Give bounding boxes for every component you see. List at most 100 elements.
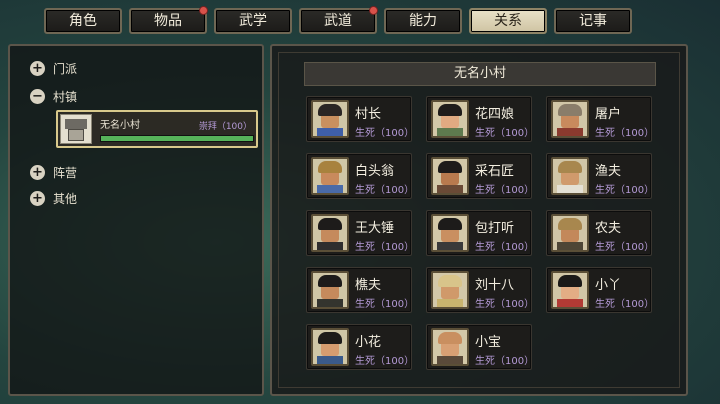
character-relation: 生死（100）	[355, 242, 415, 253]
tab-martial-way[interactable]: 武道	[299, 6, 378, 34]
character-portrait-icon	[431, 328, 469, 366]
character-name: 白头翁	[355, 164, 395, 179]
character-portrait-icon	[551, 157, 589, 195]
portrait-hair	[318, 104, 342, 116]
portrait-body	[557, 299, 583, 307]
portrait-hair	[318, 275, 342, 287]
expand-icon[interactable]: +	[30, 60, 45, 76]
character-relation: 生死（100）	[355, 185, 415, 196]
portrait-body	[317, 128, 343, 136]
character-card[interactable]: 小丫生死（100）	[546, 267, 655, 313]
tree-item-label: 村镇	[53, 89, 78, 104]
portrait-body	[317, 356, 343, 364]
collapse-icon[interactable]: −	[30, 88, 45, 104]
tab-label: 能力	[409, 13, 437, 29]
portrait-hair	[318, 218, 342, 230]
tab-character[interactable]: 角色	[44, 8, 122, 34]
character-card[interactable]: 渔夫生死（100）	[546, 153, 655, 199]
village-icon	[60, 114, 92, 144]
character-relation: 生死（100）	[595, 299, 655, 310]
tree-item-sects[interactable]: + 门派	[30, 58, 77, 78]
character-card[interactable]: 农夫 生死（100）	[546, 210, 655, 256]
village-entry[interactable]: 无名小村 崇拜（100）	[56, 110, 258, 148]
tab-relations[interactable]: 关系	[469, 8, 547, 34]
notification-dot-icon	[199, 6, 208, 15]
character-relation: 生死（100）	[475, 242, 535, 253]
tree-item-label: 阵营	[53, 165, 78, 180]
character-name: 包打听	[475, 221, 515, 236]
character-relation: 生死（100）	[595, 185, 655, 196]
character-relation: 生死（100）	[475, 185, 535, 196]
portrait-hair	[438, 104, 462, 116]
character-portrait-icon	[551, 214, 589, 252]
tab-label: 角色	[69, 13, 97, 29]
portrait-body	[437, 299, 463, 307]
character-relation: 生死（100）	[475, 128, 535, 139]
character-name: 屠户	[595, 107, 622, 122]
portrait-hair	[438, 161, 462, 173]
tab-items[interactable]: 物品	[129, 6, 208, 34]
portrait-body	[557, 128, 583, 136]
portrait-body	[317, 185, 343, 193]
tab-abilities[interactable]: 能力	[384, 8, 462, 34]
character-portrait-icon	[551, 100, 589, 138]
character-relation: 生死（100）	[355, 299, 415, 310]
portrait-body	[437, 242, 463, 250]
character-portrait-icon	[431, 214, 469, 252]
character-card[interactable]: 王大锤生死（100）	[306, 210, 415, 256]
character-card[interactable]: 村长生死（100）	[306, 96, 415, 142]
tab-label: 关系	[494, 13, 522, 29]
tab-label: 武道	[324, 13, 352, 29]
character-portrait-icon	[311, 100, 349, 138]
character-portrait-icon	[551, 271, 589, 309]
expand-icon[interactable]: +	[30, 164, 45, 180]
character-name: 渔夫	[595, 164, 622, 179]
character-name: 王大锤	[355, 221, 395, 236]
character-card[interactable]: 小花生死（100）	[306, 324, 415, 370]
portrait-body	[557, 185, 583, 193]
character-card[interactable]: 包打听生死（100）	[426, 210, 535, 256]
character-card[interactable]: 小宝 生死（100）	[426, 324, 535, 370]
character-name: 小丫	[595, 278, 622, 293]
tab-martial-arts[interactable]: 武学	[214, 8, 292, 34]
character-name: 小花	[355, 335, 382, 350]
character-relation: 生死（100）	[595, 128, 655, 139]
character-card[interactable]: 刘十八 生死（100）	[426, 267, 534, 313]
portrait-hair	[438, 332, 462, 344]
portrait-body	[437, 356, 463, 364]
character-portrait-icon	[311, 271, 349, 309]
character-name: 刘十八	[475, 278, 515, 293]
village-name: 无名小村	[100, 120, 140, 131]
character-card[interactable]: 花四娘 生死（100）	[426, 96, 535, 142]
tree-item-villages[interactable]: − 村镇	[30, 86, 77, 106]
character-relation: 生死（100）	[355, 128, 415, 139]
character-card[interactable]: 白头翁生死（100）	[306, 153, 415, 199]
character-portrait-icon	[311, 214, 349, 252]
character-name: 采石匠	[475, 164, 515, 179]
character-card[interactable]: 屠户生死（100）	[546, 96, 655, 142]
character-portrait-icon	[431, 157, 469, 195]
character-card[interactable]: 采石匠生死（100）	[426, 153, 535, 199]
portrait-hair	[558, 275, 582, 287]
portrait-body	[317, 242, 343, 250]
character-card[interactable]: 樵夫生死（100）	[306, 267, 415, 313]
tab-label: 记事	[579, 13, 607, 29]
character-portrait-icon	[431, 100, 469, 138]
portrait-body	[437, 128, 463, 136]
character-relation: 生死（100）	[355, 356, 415, 367]
character-relation: 生死（100）	[475, 356, 535, 367]
tab-journal[interactable]: 记事	[554, 8, 632, 34]
character-name: 樵夫	[355, 278, 382, 293]
character-relation: 生死（100）	[595, 242, 655, 253]
portrait-hair	[438, 275, 462, 287]
tree-item-factions[interactable]: + 阵营	[30, 162, 77, 182]
portrait-hair	[438, 218, 462, 230]
village-relation-bar	[100, 135, 254, 142]
tree-item-others[interactable]: + 其他	[30, 188, 77, 208]
character-name: 村长	[355, 107, 382, 122]
character-portrait-icon	[431, 271, 469, 309]
portrait-hair	[318, 161, 342, 173]
panel-title: 无名小村	[304, 62, 656, 86]
tree-item-label: 其他	[53, 191, 78, 206]
expand-icon[interactable]: +	[30, 190, 45, 206]
